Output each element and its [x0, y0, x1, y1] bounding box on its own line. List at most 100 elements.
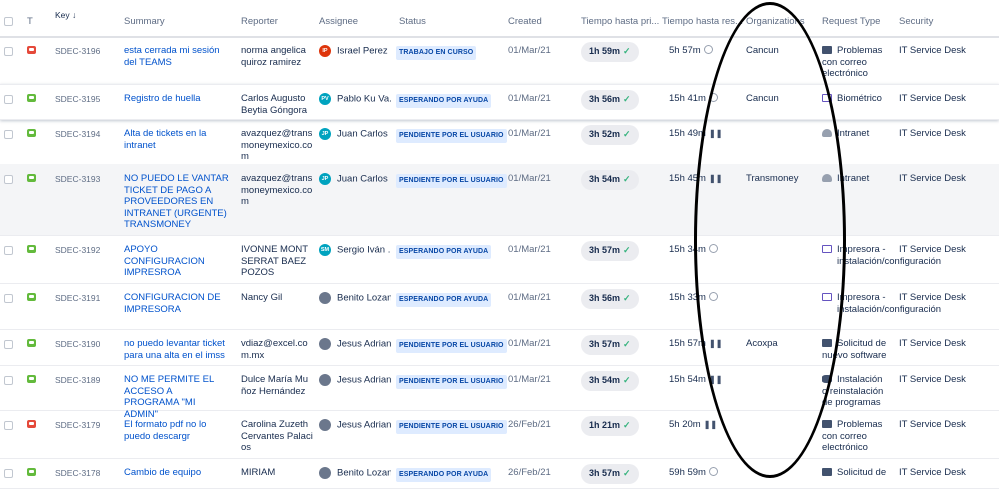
status-badge[interactable]: ESPERANDO POR AYUDA — [396, 468, 492, 482]
column-header-sla-first-response[interactable]: Tiempo hasta pri... — [581, 16, 659, 27]
column-header-organizations[interactable]: Organizations — [746, 16, 805, 27]
assignee[interactable]: Jesus Adrian... — [319, 374, 391, 386]
table-row[interactable]: SDEC-3194 Alta de tickets en la intranet… — [0, 119, 999, 165]
assignee[interactable]: Benito Lozano — [319, 292, 391, 304]
assignee-avatar: JP — [319, 128, 331, 140]
table-row[interactable]: SDEC-3195 Registro de huella Carlos Augu… — [0, 84, 999, 120]
status-badge[interactable]: PENDIENTE POR EL USUARIO — [396, 339, 507, 353]
request-type-label: Intranet — [837, 128, 870, 139]
assignee-name: Benito Lozano — [337, 467, 391, 479]
sla-first-response-value: 3h 57m — [589, 339, 621, 349]
column-header-assignee[interactable]: Assignee — [319, 16, 358, 27]
sort-descending-icon: ↓ — [72, 10, 77, 20]
assignee-avatar: SM — [319, 244, 331, 256]
sla-paused-icon: ❚❚ — [708, 174, 723, 183]
column-header-key[interactable]: Key ↓ — [55, 10, 76, 20]
request-type: Instalación o reinstalación de programas — [822, 374, 890, 409]
sla-first-response-lozenge: 3h 54m ✓ — [581, 371, 639, 391]
mail-icon — [822, 46, 832, 54]
table-row[interactable]: SDEC-3192 APOYO CONFIGURACION IMPRESROA … — [0, 235, 999, 284]
column-header-status[interactable]: Status — [399, 16, 426, 27]
column-header-security[interactable]: Security — [899, 16, 933, 27]
issue-summary-link[interactable]: El formato pdf no lo puedo descargr — [124, 419, 229, 442]
reporter-name: avazquez@transmoneymexico.com — [241, 173, 313, 207]
request-type: Biométrico — [822, 93, 890, 105]
status-badge[interactable]: PENDIENTE POR EL USUARIO — [396, 375, 507, 389]
assignee[interactable]: PV Pablo Ku Va... — [319, 93, 391, 105]
issue-summary-link[interactable]: Alta de tickets en la intranet — [124, 128, 229, 151]
status-badge[interactable]: ESPERANDO POR AYUDA — [396, 293, 492, 307]
column-header-summary[interactable]: Summary — [124, 16, 165, 27]
reporter-name: Nancy Gil — [241, 292, 283, 303]
row-checkbox[interactable] — [4, 47, 13, 56]
issue-key-link[interactable]: SDEC-3190 — [55, 339, 100, 351]
assignee[interactable]: SM Sergio Iván ... — [319, 244, 391, 256]
status-badge[interactable]: PENDIENTE POR EL USUARIO — [396, 129, 507, 143]
row-checkbox[interactable] — [4, 95, 13, 104]
issue-summary-link[interactable]: Registro de huella — [124, 93, 229, 105]
issue-key-link[interactable]: SDEC-3179 — [55, 420, 100, 432]
row-checkbox[interactable] — [4, 421, 13, 430]
sla-met-check-icon: ✓ — [623, 129, 631, 139]
issue-key-link[interactable]: SDEC-3195 — [55, 94, 100, 106]
row-checkbox[interactable] — [4, 469, 13, 478]
table-row[interactable]: SDEC-3178 Cambio de equipo MIRIAM Benito… — [0, 458, 999, 489]
issue-key-link[interactable]: SDEC-3194 — [55, 129, 100, 141]
row-checkbox[interactable] — [4, 246, 13, 255]
column-header-type[interactable]: T — [27, 16, 33, 27]
status-badge[interactable]: TRABAJO EN CURSO — [396, 46, 477, 60]
issue-summary-link[interactable]: no puedo levantar ticket para una alta e… — [124, 338, 229, 361]
assignee-name: Pablo Ku Va... — [337, 93, 391, 105]
row-checkbox[interactable] — [4, 294, 13, 303]
request-type-label: Impresora - instalación/configuración — [837, 244, 942, 267]
issue-summary-link[interactable]: CONFIGURACION DE IMPRESORA — [124, 292, 229, 315]
security-level: IT Service Desk — [899, 45, 966, 56]
table-row[interactable]: SDEC-3191 CONFIGURACION DE IMPRESORA Nan… — [0, 283, 999, 330]
issue-key-link[interactable]: SDEC-3196 — [55, 46, 100, 58]
issue-summary-link[interactable]: APOYO CONFIGURACION IMPRESROA — [124, 244, 229, 279]
assignee[interactable]: JP Juan Carlos ... — [319, 173, 391, 185]
status-badge[interactable]: PENDIENTE POR EL USUARIO — [396, 420, 507, 434]
row-checkbox[interactable] — [4, 376, 13, 385]
assignee[interactable]: Benito Lozano — [319, 467, 391, 479]
issue-key-link[interactable]: SDEC-3192 — [55, 245, 100, 257]
issue-summary-link[interactable]: NO PUEDO LE VANTAR TICKET DE PAGO A PROV… — [124, 173, 229, 231]
issue-summary-link[interactable]: Cambio de equipo — [124, 467, 229, 479]
status-badge[interactable]: ESPERANDO POR AYUDA — [396, 245, 492, 259]
sla-paused-icon: ❚❚ — [708, 129, 723, 138]
table-row[interactable]: SDEC-3190 no puedo levantar ticket para … — [0, 329, 999, 366]
status-badge[interactable]: PENDIENTE POR EL USUARIO — [396, 174, 507, 188]
service-request-type-icon — [27, 94, 36, 102]
table-row[interactable]: SDEC-3179 El formato pdf no lo puedo des… — [0, 410, 999, 459]
assignee[interactable]: IP Israel Perez — [319, 45, 391, 57]
assignee[interactable]: Jesus Adrian... — [319, 338, 391, 350]
table-row[interactable]: SDEC-3193 NO PUEDO LE VANTAR TICKET DE P… — [0, 164, 999, 236]
row-checkbox[interactable] — [4, 340, 13, 349]
issue-key-link[interactable]: SDEC-3193 — [55, 174, 100, 186]
row-checkbox[interactable] — [4, 130, 13, 139]
sla-resolution: 15h 41m — [669, 93, 718, 105]
issue-summary-link[interactable]: esta cerrada mi sesión del TEAMS — [124, 45, 229, 68]
row-checkbox[interactable] — [4, 175, 13, 184]
column-header-created[interactable]: Created — [508, 16, 542, 27]
table-row[interactable]: SDEC-3189 NO ME PERMITE EL ACCESO A PROG… — [0, 365, 999, 420]
column-header-sla-resolution[interactable]: Tiempo hasta res... — [662, 16, 743, 27]
sla-first-response-lozenge: 3h 54m ✓ — [581, 170, 639, 190]
created-date: 01/Mar/21 — [508, 93, 551, 104]
issue-key-link[interactable]: SDEC-3178 — [55, 468, 100, 480]
service-request-type-icon — [27, 468, 36, 476]
reporter-name: Carlos Augusto Beytia Góngora — [241, 93, 308, 116]
issue-key-link[interactable]: SDEC-3191 — [55, 293, 100, 305]
column-header-reporter[interactable]: Reporter — [241, 16, 278, 27]
status-badge[interactable]: ESPERANDO POR AYUDA — [396, 94, 492, 108]
reporter-name: avazquez@transmoneymexico.com — [241, 128, 313, 162]
table-row[interactable]: SDEC-3196 esta cerrada mi sesión del TEA… — [0, 36, 999, 85]
assignee[interactable]: Jesus Adrian... — [319, 419, 391, 431]
assignee-name: Juan Carlos ... — [337, 173, 391, 185]
select-all-checkbox[interactable] — [4, 17, 13, 26]
column-header-request-type[interactable]: Request Type — [822, 16, 880, 27]
sla-resolution-value: 5h 57m — [669, 45, 701, 56]
issue-key-link[interactable]: SDEC-3189 — [55, 375, 100, 387]
assignee[interactable]: JP Juan Carlos ... — [319, 128, 391, 140]
sla-resolution: 15h 57m ❚❚ — [669, 338, 722, 350]
